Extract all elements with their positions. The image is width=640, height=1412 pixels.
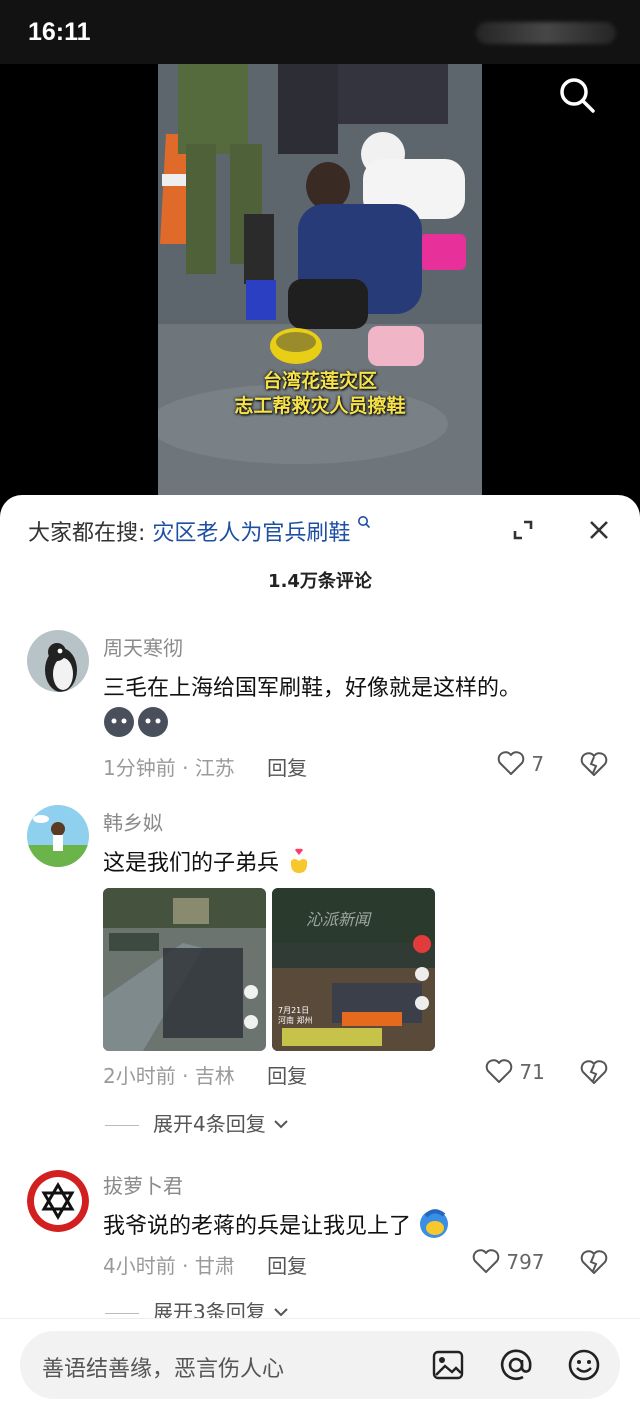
dislike-button[interactable] bbox=[580, 1058, 608, 1086]
comment-image[interactable]: 沁派新闻 7月21日 河南 郑州 bbox=[272, 888, 435, 1051]
video-scene-image bbox=[158, 64, 482, 504]
reply-button[interactable]: 回复 bbox=[267, 1064, 307, 1088]
broken-heart-icon bbox=[580, 752, 608, 776]
image-watermark: 沁派新闻 bbox=[306, 910, 371, 929]
image-overlay-text: 7月21日 河南 郑州 bbox=[278, 1006, 313, 1025]
heart-icon bbox=[497, 751, 525, 775]
comment-time: 4小时前 bbox=[103, 1254, 176, 1278]
comment-emojis bbox=[103, 706, 173, 742]
comment-location: 甘肃 bbox=[194, 1254, 235, 1278]
comment-meta: 2小时前 · 吉林 回复 bbox=[103, 1064, 308, 1088]
hot-search-prefix: 大家都在搜: bbox=[28, 521, 146, 546]
comment-location: 江苏 bbox=[194, 756, 235, 780]
comment-input-placeholder[interactable]: 善语结善缘，恶言伤人心 bbox=[42, 1351, 284, 1383]
video-player[interactable]: 台湾花莲灾区 志工帮救灾人员擦鞋 bbox=[0, 64, 640, 504]
heart-hands-emoji bbox=[290, 848, 308, 873]
like-count: 7 bbox=[531, 752, 545, 776]
comment-text: 三毛在上海给国军刷鞋，好像就是这样的。 bbox=[103, 676, 522, 701]
heart-icon bbox=[485, 1059, 513, 1083]
like-count: 797 bbox=[506, 1250, 545, 1274]
comment-text: 这是我们的子弟兵 bbox=[103, 845, 312, 877]
like-button[interactable]: 71 bbox=[485, 1058, 545, 1084]
comment-text: 我爷说的老蒋的兵是让我见上了 bbox=[103, 1207, 452, 1240]
heart-icon bbox=[472, 1249, 500, 1273]
reply-button[interactable]: 回复 bbox=[267, 1254, 307, 1278]
comment-location: 吉林 bbox=[194, 1064, 235, 1088]
emoji-icon[interactable] bbox=[566, 1347, 602, 1383]
comment-time: 1分钟前 bbox=[103, 756, 176, 780]
chevron-down-icon bbox=[274, 1120, 288, 1129]
expand-replies-button[interactable]: 展开4条回复 bbox=[105, 1108, 290, 1137]
comment-author[interactable]: 周天寒彻 bbox=[103, 632, 183, 661]
hot-search-bar[interactable]: 大家都在搜: 灾区老人为官兵刷鞋 bbox=[28, 515, 371, 547]
laughing-face-emoji bbox=[420, 1209, 449, 1238]
comment-meta: 4小时前 · 甘肃 回复 bbox=[103, 1254, 308, 1278]
comment-image[interactable] bbox=[103, 888, 266, 1051]
status-bar: 16:11 bbox=[0, 0, 640, 64]
blob-face-emoji bbox=[104, 707, 168, 737]
avatar[interactable] bbox=[27, 805, 89, 867]
video-frame[interactable]: 台湾花莲灾区 志工帮救灾人员擦鞋 bbox=[158, 64, 482, 504]
status-icons bbox=[476, 22, 616, 44]
expand-icon[interactable] bbox=[510, 517, 536, 543]
comment-meta: 1分钟前 · 江苏 回复 bbox=[103, 756, 308, 780]
mention-icon[interactable] bbox=[498, 1347, 534, 1383]
status-time: 16:11 bbox=[28, 18, 91, 46]
comment-input[interactable]: 善语结善缘，恶言伤人心 bbox=[20, 1331, 620, 1399]
avatar[interactable] bbox=[27, 1170, 89, 1232]
broken-heart-icon bbox=[580, 1060, 608, 1084]
close-icon[interactable] bbox=[586, 517, 612, 543]
image-icon[interactable] bbox=[430, 1347, 466, 1383]
video-caption-line2: 志工帮救灾人员擦鞋 bbox=[234, 395, 406, 417]
divider-line bbox=[105, 1313, 139, 1314]
comment-input-bar: 善语结善缘，恶言伤人心 bbox=[0, 1318, 640, 1412]
comment-author[interactable]: 拔萝卜君 bbox=[103, 1170, 183, 1199]
dislike-button[interactable] bbox=[580, 1248, 608, 1276]
reply-button[interactable]: 回复 bbox=[267, 756, 307, 780]
search-icon[interactable] bbox=[556, 74, 600, 118]
comments-sheet: 大家都在搜: 灾区老人为官兵刷鞋 1.4万条评论 周天寒彻 三毛在上海给国军刷鞋… bbox=[0, 495, 640, 1412]
search-mini-icon bbox=[357, 516, 371, 535]
comment-author[interactable]: 韩乡姒 bbox=[103, 807, 163, 836]
comment-count: 1.4万条评论 bbox=[268, 571, 372, 592]
like-button[interactable]: 7 bbox=[497, 750, 544, 776]
dislike-button[interactable] bbox=[580, 750, 608, 778]
like-button[interactable]: 797 bbox=[472, 1248, 545, 1274]
divider-line bbox=[105, 1125, 139, 1126]
comment-time: 2小时前 bbox=[103, 1064, 176, 1088]
like-count: 71 bbox=[519, 1060, 545, 1084]
hot-search-keyword[interactable]: 灾区老人为官兵刷鞋 bbox=[152, 521, 350, 546]
video-caption-line1: 台湾花莲灾区 bbox=[262, 370, 377, 392]
chevron-down-icon bbox=[274, 1308, 288, 1317]
broken-heart-icon bbox=[580, 1250, 608, 1274]
avatar[interactable] bbox=[27, 630, 89, 692]
